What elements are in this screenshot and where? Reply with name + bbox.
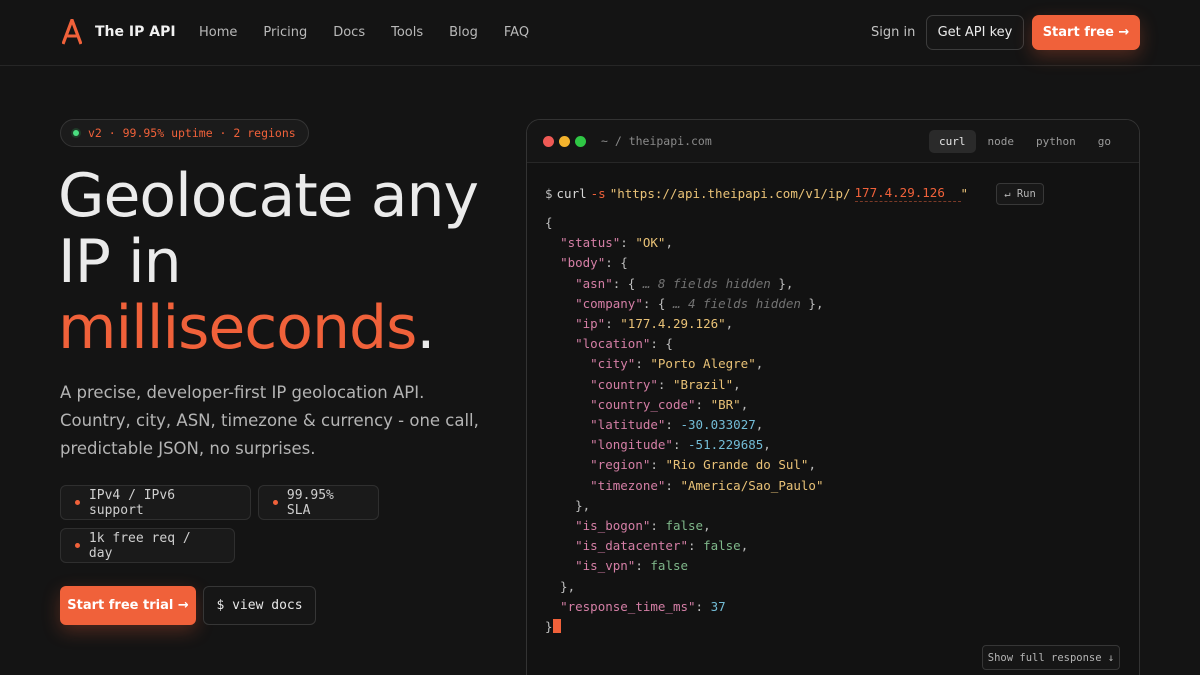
run-button[interactable]: ↵ Run bbox=[996, 183, 1044, 205]
prompt-symbol: $ bbox=[545, 185, 553, 201]
json-asn-hidden[interactable]: … 8 fields hidden bbox=[643, 276, 771, 291]
json-status: "OK" bbox=[635, 235, 666, 251]
json-company-hidden[interactable]: … 4 fields hidden bbox=[673, 296, 801, 311]
window-minimize-icon bbox=[559, 136, 570, 147]
headline-line-1: Geolocate any bbox=[58, 161, 479, 231]
feature-chip-label: 1k free req / day bbox=[88, 530, 191, 561]
json-is-datacenter: false bbox=[703, 538, 741, 554]
nav-link-blog[interactable]: Blog bbox=[449, 25, 478, 40]
bullet-dot-icon bbox=[75, 543, 80, 548]
json-country-code: "BR" bbox=[710, 396, 741, 412]
top-nav: The IP API Home Pricing Docs Tools Blog … bbox=[0, 0, 1200, 66]
feature-chip-sla: 99.95% SLA bbox=[258, 485, 379, 520]
terminal-path: ~ / theipapi.com bbox=[601, 134, 712, 148]
json-latitude: -30.033027 bbox=[680, 417, 756, 433]
tab-python[interactable]: python bbox=[1026, 130, 1086, 153]
feature-chip-label: 99.95% SLA bbox=[286, 487, 334, 518]
json-longitude: -51.229685 bbox=[688, 437, 764, 453]
nav-link-home[interactable]: Home bbox=[199, 25, 237, 40]
json-timezone: "America/Sao_Paulo" bbox=[680, 477, 824, 493]
logo-a-icon bbox=[62, 19, 82, 45]
nav-link-pricing[interactable]: Pricing bbox=[263, 25, 307, 40]
feature-chip-label: IPv4 / IPv6 support bbox=[88, 487, 176, 518]
json-response-time: 37 bbox=[710, 598, 726, 614]
headline-line-2: IP in bbox=[58, 227, 182, 297]
nav-link-docs[interactable]: Docs bbox=[333, 25, 365, 40]
get-api-key-button[interactable]: Get API key bbox=[926, 15, 1024, 50]
tab-curl[interactable]: curl bbox=[929, 130, 976, 153]
command-flag: -s bbox=[590, 185, 606, 201]
feature-chip-free-tier: 1k free req / day bbox=[60, 528, 235, 563]
json-response: { "status": "OK", "body": { "asn": { … 8… bbox=[545, 215, 824, 635]
ip-address-input[interactable]: 177.4.29.126 bbox=[854, 185, 961, 202]
command-line: $ curl -s "https://api.theipapi.com/v1/i… bbox=[545, 182, 1044, 205]
status-online-icon bbox=[71, 128, 81, 138]
json-region: "Rio Grande do Sul" bbox=[665, 457, 809, 473]
start-free-button[interactable]: Start free → bbox=[1032, 15, 1140, 50]
window-close-icon bbox=[543, 136, 554, 147]
nav-link-tools[interactable]: Tools bbox=[391, 25, 423, 40]
terminal-body: $ curl -s "https://api.theipapi.com/v1/i… bbox=[545, 182, 1044, 637]
json-country: "Brazil" bbox=[672, 376, 734, 392]
request-url-end: " bbox=[960, 185, 969, 201]
tab-go[interactable]: go bbox=[1088, 130, 1121, 153]
page-title: Geolocate any IP in milliseconds. bbox=[58, 163, 528, 361]
tab-node[interactable]: node bbox=[978, 130, 1025, 153]
json-is-vpn: false bbox=[650, 558, 689, 574]
language-tabs: curl node python go bbox=[927, 130, 1121, 153]
nav-link-faq[interactable]: FAQ bbox=[504, 25, 529, 40]
status-badge-text: v2 · 99.95% uptime · 2 regions bbox=[88, 126, 296, 140]
headline-accent: milliseconds bbox=[58, 293, 417, 363]
sign-in-link[interactable]: Sign in bbox=[871, 25, 915, 40]
nav-links: Home Pricing Docs Tools Blog FAQ bbox=[199, 25, 555, 40]
brand[interactable]: The IP API bbox=[62, 19, 176, 45]
terminal-header: ~ / theipapi.com curl node python go bbox=[527, 120, 1139, 163]
start-free-trial-button[interactable]: Start free trial → bbox=[60, 586, 196, 625]
json-ip: "177.4.29.126" bbox=[620, 316, 726, 332]
json-is-bogon: false bbox=[665, 518, 704, 534]
command-name: curl bbox=[556, 185, 587, 201]
feature-chip-ipv: IPv4 / IPv6 support bbox=[60, 485, 251, 520]
request-url: "https://api.theipapi.com/v1/ip/ bbox=[609, 185, 851, 201]
json-city: "Porto Alegre" bbox=[650, 356, 756, 372]
hero-subtext: A precise, developer-first IP geolocatio… bbox=[60, 383, 479, 458]
view-docs-button[interactable]: $ view docs bbox=[203, 586, 316, 625]
bullet-dot-icon bbox=[75, 500, 80, 505]
status-badge: v2 · 99.95% uptime · 2 regions bbox=[60, 119, 309, 147]
headline-dot: . bbox=[416, 293, 435, 363]
code-terminal: ~ / theipapi.com curl node python go $ c… bbox=[526, 119, 1140, 675]
bullet-dot-icon bbox=[273, 500, 278, 505]
show-full-response-button[interactable]: Show full response ↓ bbox=[982, 645, 1120, 670]
window-maximize-icon bbox=[575, 136, 586, 147]
brand-name: The IP API bbox=[95, 24, 176, 40]
text-cursor bbox=[552, 619, 561, 634]
